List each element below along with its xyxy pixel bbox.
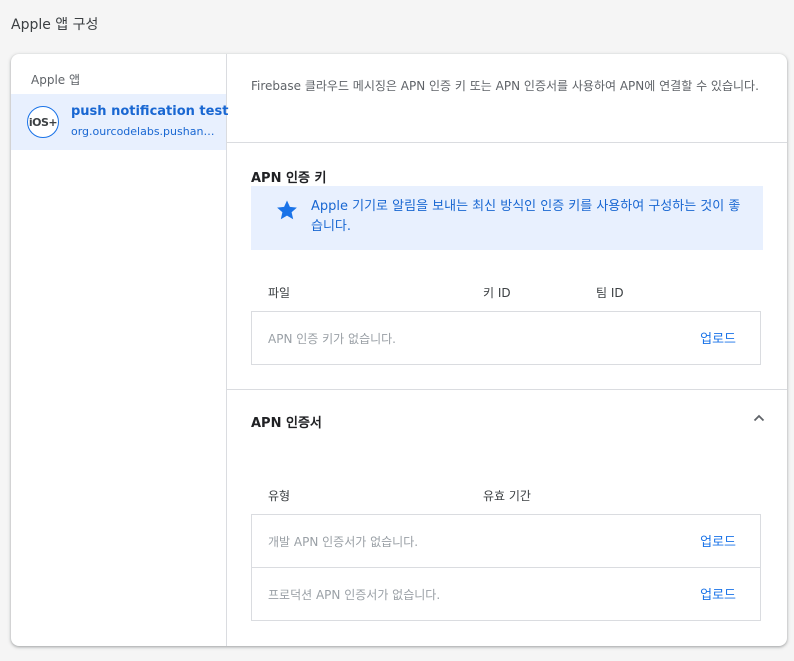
empty-prod-cert-text: 프로덕션 APN 인증서가 없습니다.	[268, 588, 441, 602]
upload-prod-cert-button[interactable]: 업로드	[700, 584, 736, 603]
apn-settings-panel: Firebase 클라우드 메시징은 APN 인증 키 또는 APN 인증서를 …	[227, 54, 787, 646]
column-header-key-id: 키 ID	[483, 286, 511, 300]
certificates-title: APN 인증서	[251, 416, 322, 431]
empty-auth-key-text: APN 인증 키가 없습니다.	[268, 332, 397, 346]
divider	[227, 389, 787, 390]
app-sidebar: Apple 앱 iOS+ push notification test org.…	[11, 54, 229, 646]
star-icon	[277, 200, 297, 220]
ios-icon: iOS+	[27, 106, 59, 138]
empty-dev-cert-text: 개발 APN 인증서가 없습니다.	[268, 535, 419, 549]
intro-text: Firebase 클라우드 메시징은 APN 인증 키 또는 APN 인증서를 …	[251, 79, 759, 93]
table-row: 개발 APN 인증서가 없습니다. 업로드	[252, 515, 760, 567]
auth-key-tip: Apple 기기로 알림을 보내는 최신 방식인 인증 키를 사용하여 구성하는…	[251, 186, 763, 250]
divider	[227, 142, 787, 143]
table-row: APN 인증 키가 없습니다. 업로드	[252, 312, 760, 364]
column-header-type: 유형	[268, 489, 291, 503]
sidebar-heading: Apple 앱	[31, 73, 81, 87]
auth-key-title: APN 인증 키	[251, 171, 327, 186]
apple-config-card: Apple 앱 iOS+ push notification test org.…	[11, 54, 787, 646]
upload-auth-key-button[interactable]: 업로드	[700, 328, 736, 347]
auth-key-table: APN 인증 키가 없습니다. 업로드	[251, 311, 761, 365]
column-header-validity: 유효 기간	[483, 489, 531, 503]
app-name: push notification test	[71, 104, 229, 119]
page-title: Apple 앱 구성	[11, 17, 99, 33]
certificates-table: 개발 APN 인증서가 없습니다. 업로드 프로덕션 APN 인증서가 없습니다…	[251, 514, 761, 621]
column-header-team-id: 팀 ID	[596, 286, 624, 300]
upload-dev-cert-button[interactable]: 업로드	[700, 531, 736, 550]
column-header-file: 파일	[268, 286, 291, 300]
table-row: 프로덕션 APN 인증서가 없습니다. 업로드	[252, 567, 760, 620]
sidebar-item-push-notification-test[interactable]: iOS+ push notification test org.ourcodel…	[11, 94, 229, 150]
tip-text: Apple 기기로 알림을 보내는 최신 방식인 인증 키를 사용하여 구성하는…	[311, 199, 741, 234]
app-bundle-id: org.ourcodelabs.pushandroid	[71, 125, 219, 138]
chevron-up-icon[interactable]	[751, 410, 767, 426]
